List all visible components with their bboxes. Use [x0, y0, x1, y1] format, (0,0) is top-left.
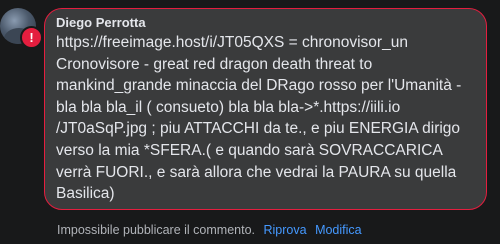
error-exclamation-icon: ! [20, 26, 43, 49]
comment-thread: ! Diego Perrotta https://freeimage.host/… [0, 0, 500, 244]
retry-link[interactable]: Riprova [264, 223, 307, 237]
edit-link[interactable]: Modifica [315, 223, 362, 237]
comment-text: https://freeimage.host/i/JT05QXS = chron… [56, 34, 462, 203]
comment-bubble: Diego Perrotta https://freeimage.host/i/… [44, 8, 487, 210]
error-status-text: Impossibile pubblicare il commento. [57, 223, 256, 237]
comment-author[interactable]: Diego Perrotta [56, 15, 476, 31]
comment-footer: Impossibile pubblicare il commento. Ripr… [57, 222, 362, 238]
